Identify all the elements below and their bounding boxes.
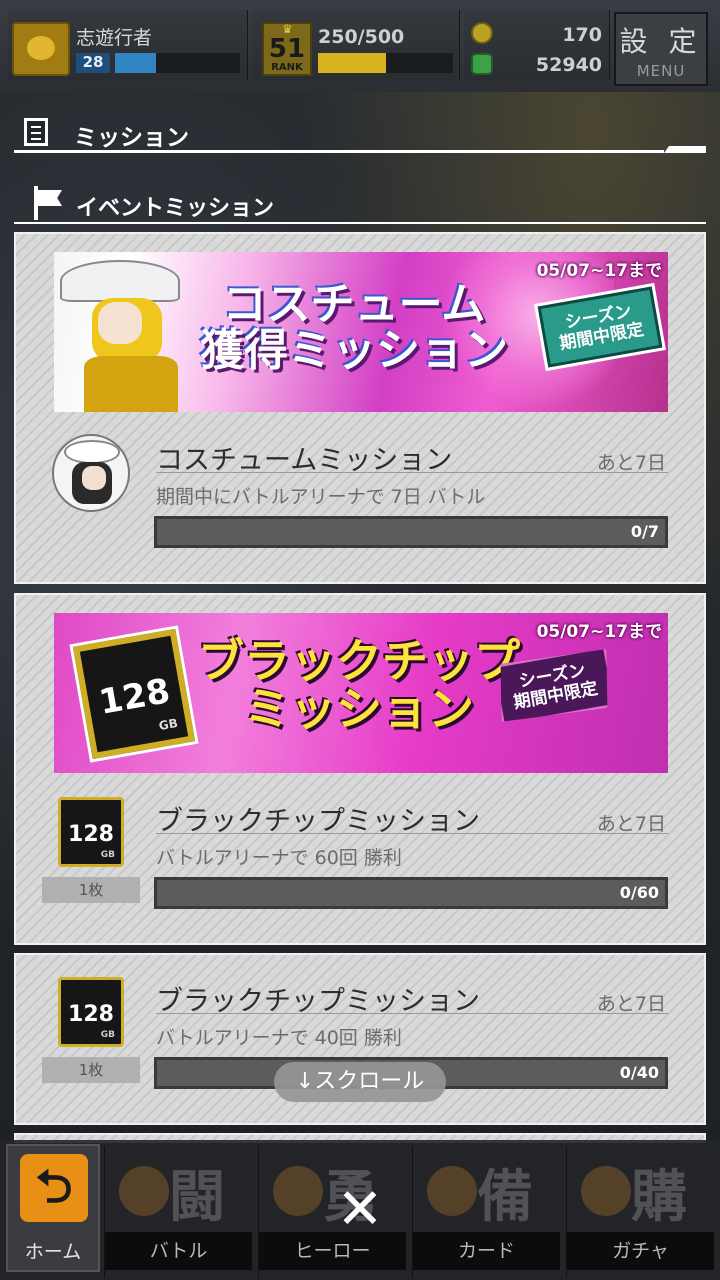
black-chip-reward-icon: 128 GB (58, 797, 124, 867)
gacha-capsule-icon (581, 1166, 631, 1216)
section-divider (14, 150, 664, 153)
subsection-header: イベントミッション (14, 182, 706, 226)
costume-mission-banner[interactable]: 05/07~17まで コスチューム 獲得ミッション シーズン 期間中限定 (54, 252, 668, 412)
gem-value: 52940 (535, 54, 602, 76)
banner-title-line2: 獲得ミッション (200, 325, 508, 377)
nav-card-label: カード (413, 1232, 560, 1270)
return-arrow-icon: ⮌ (20, 1154, 88, 1222)
mission-progress-text: 0/40 (619, 1063, 659, 1082)
player-avatar[interactable] (12, 22, 70, 76)
reward-face (82, 466, 106, 490)
mission-card-costume[interactable]: 05/07~17まで コスチューム 獲得ミッション シーズン 期間中限定 コスチ… (14, 232, 706, 584)
gem-icon (471, 53, 493, 75)
banner-title: コスチューム 獲得ミッション (164, 279, 544, 377)
reward-hat (64, 440, 120, 464)
title-underline (156, 1013, 668, 1014)
avatar-face-icon (27, 36, 55, 60)
chip-unit: GB (157, 715, 179, 734)
mission-remaining-time: あと7日 (596, 452, 666, 474)
flag-icon (34, 186, 38, 220)
nav-battle-label: バトル (105, 1232, 252, 1270)
gamepad-icon (119, 1166, 169, 1216)
settings-menu-label: MENU (636, 62, 686, 80)
rank-label: RANK (271, 62, 303, 73)
nav-battle-button[interactable]: 闘 バトル (104, 1146, 252, 1278)
chip-unit: GB (100, 850, 115, 860)
subsection-title: イベントミッション (76, 196, 275, 221)
costume-reward-icon (52, 434, 130, 512)
nav-card-button[interactable]: 備 カード (412, 1146, 560, 1278)
rank-number: 51 (268, 34, 306, 64)
mission-description: バトルアリーナで 40回 勝利 (156, 1027, 402, 1049)
level-progress-fill (115, 53, 157, 73)
character-hat (60, 260, 180, 302)
coin-icon (471, 22, 493, 44)
subsection-divider (14, 222, 706, 224)
card-deck-icon (427, 1166, 477, 1216)
mission-progress-bar: 0/7 (154, 516, 668, 548)
stamina-fill (318, 53, 386, 73)
hero-icon (273, 1166, 323, 1216)
stamina-text: 250/500 (318, 26, 405, 48)
settings-menu-button[interactable]: 設 定 MENU (614, 12, 708, 86)
stamina-bar (318, 53, 453, 73)
reward-quantity: 1枚 (42, 877, 140, 903)
section-title: ミッション (74, 125, 189, 151)
nav-home-button[interactable]: ⮌ ホーム (6, 1144, 100, 1272)
mission-progress-text: 0/60 (619, 883, 659, 902)
coin-value: 170 (562, 24, 602, 46)
banner-title-line2: ミッション (244, 682, 474, 737)
close-button[interactable]: ✕ (332, 1182, 388, 1238)
mission-description: バトルアリーナで 60回 勝利 (156, 847, 402, 869)
player-level: 28 (76, 53, 110, 73)
level-progress-bar (115, 53, 240, 73)
document-icon (24, 118, 48, 146)
section-divider-end (664, 146, 706, 153)
settings-kanji: 設 定 (619, 25, 703, 58)
mission-description: 期間中にバトルアリーナで 7日 バトル (156, 486, 486, 508)
character-face (98, 302, 142, 344)
scroll-hint[interactable]: ↓スクロール (274, 1062, 446, 1102)
chip-number: 128 (68, 822, 114, 847)
mission-remaining-time: あと7日 (596, 813, 666, 835)
mission-progress-text: 0/7 (630, 522, 659, 541)
battle-kanji: 闘 (169, 1165, 225, 1230)
mission-card-black-chip-60[interactable]: 128 GB 05/07~17まで ブラックチップ ミッション シーズン 期間中… (14, 593, 706, 945)
mission-progress-bar: 0/60 (154, 877, 668, 909)
reward-quantity: 1枚 (42, 1057, 140, 1083)
banner-title-line1: コスチューム (222, 279, 486, 330)
nav-gacha-label: ガチャ (567, 1232, 714, 1270)
black-chip-reward-icon: 128 GB (58, 977, 124, 1047)
top-status-bar: 志遊行者 28 ♛ 51 RANK 250/500 170 52940 設 定 … (0, 0, 720, 92)
section-header: ミッション (14, 112, 706, 156)
chip-number: 128 (68, 1002, 114, 1027)
black-chip-mission-banner[interactable]: 128 GB 05/07~17まで ブラックチップ ミッション シーズン 期間中… (54, 613, 668, 773)
gacha-kanji: 購 (631, 1165, 687, 1230)
player-name: 志遊行者 (76, 27, 153, 49)
card-kanji: 備 (477, 1165, 533, 1230)
nav-gacha-button[interactable]: 購 ガチャ (566, 1146, 714, 1278)
title-underline (156, 472, 668, 473)
chip-unit: GB (100, 1030, 115, 1040)
banner-date: 05/07~17まで (536, 622, 662, 642)
rank-badge: ♛ 51 RANK (262, 22, 312, 76)
flag-cloth-icon (38, 190, 62, 206)
banner-title: ブラックチップ ミッション (194, 637, 524, 734)
banner-date: 05/07~17まで (536, 261, 662, 281)
mission-remaining-time: あと7日 (596, 993, 666, 1015)
black-chip-icon: 128 GB (72, 628, 196, 760)
nav-home-label: ホーム (24, 1241, 82, 1263)
title-underline (156, 833, 668, 834)
banner-title-line1: ブラックチップ (198, 634, 520, 688)
